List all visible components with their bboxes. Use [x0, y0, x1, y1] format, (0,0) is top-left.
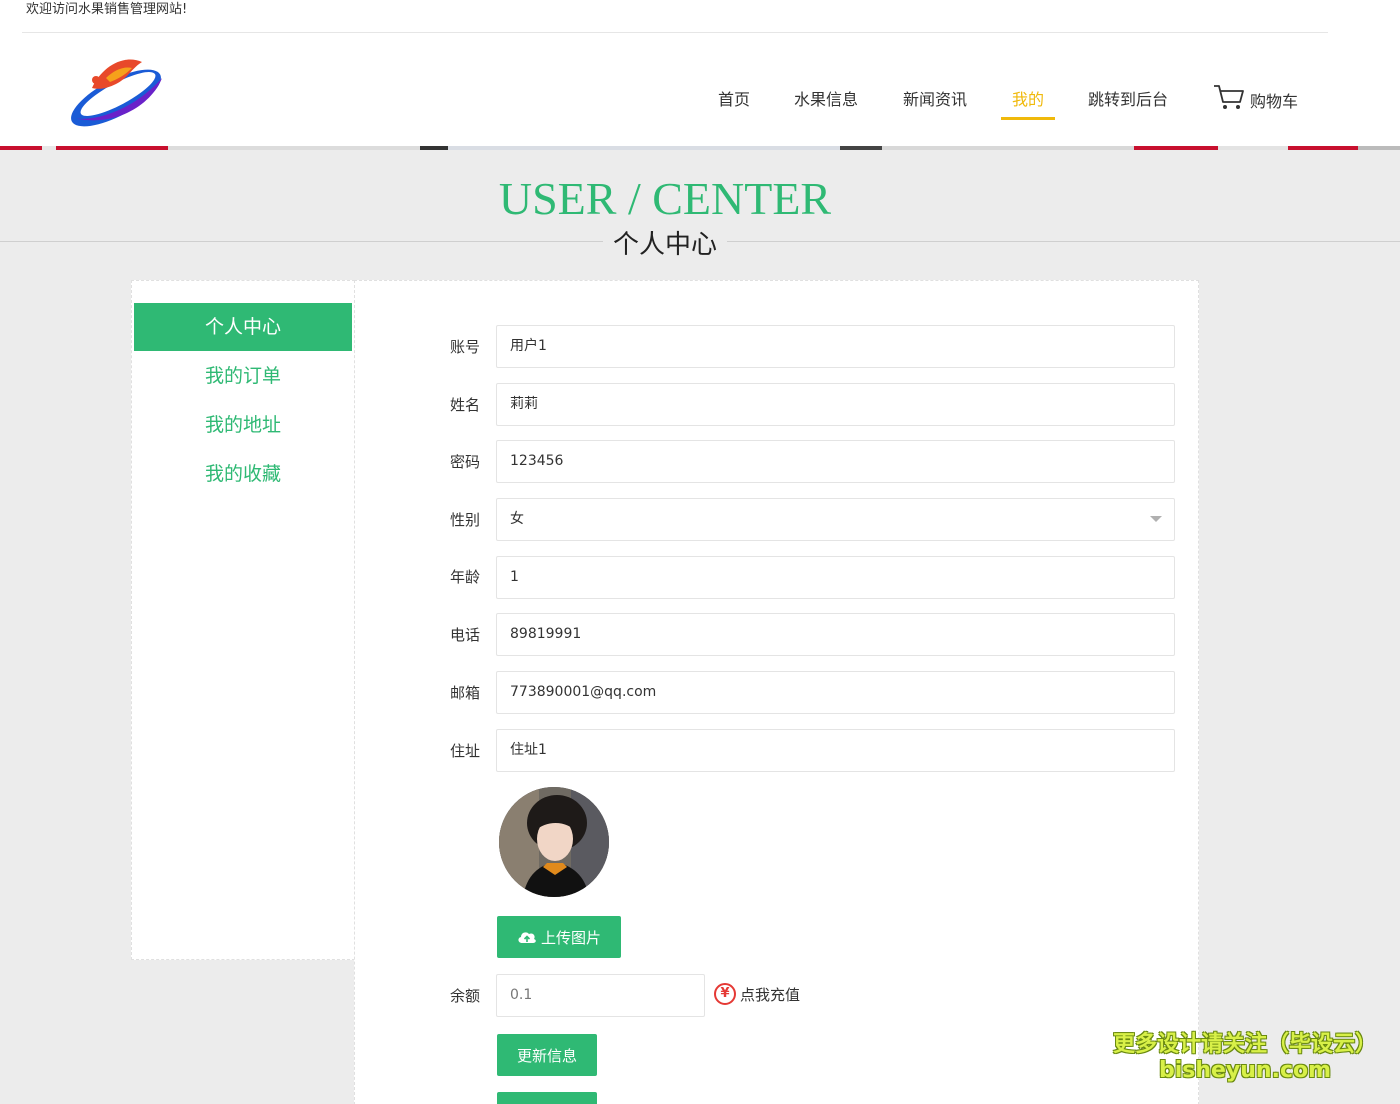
banner-strip [0, 146, 1400, 150]
name-label: 姓名 [450, 396, 481, 414]
update-info-button[interactable]: 更新信息 [497, 1034, 597, 1076]
cloud-upload-icon [518, 932, 536, 943]
name-field[interactable]: 莉莉 [496, 383, 1175, 426]
gender-select[interactable]: 女 [496, 498, 1175, 541]
chevron-down-icon [1150, 516, 1162, 522]
page-title-cn-text: 个人中心 [602, 224, 727, 261]
watermark: 更多设计请关注（毕设云） bisheyun.com [1100, 1026, 1390, 1083]
sidebar-item-profile[interactable]: 个人中心 [134, 303, 352, 351]
age-label: 年龄 [450, 568, 481, 586]
address-field[interactable]: 住址1 [496, 729, 1175, 772]
password-label: 密码 [450, 453, 481, 471]
sidebar-item-orders[interactable]: 我的订单 [134, 352, 352, 400]
gender-value: 女 [510, 511, 524, 527]
secondary-button[interactable] [497, 1092, 597, 1104]
password-field[interactable]: 123456 [496, 440, 1175, 483]
nav-admin[interactable]: 跳转到后台 [1088, 86, 1168, 120]
nav-home[interactable]: 首页 [718, 86, 750, 120]
account-label: 账号 [450, 338, 481, 356]
sidebar: 个人中心 我的订单 我的地址 我的收藏 [131, 280, 355, 960]
watermark-line2: bisheyun.com [1158, 1058, 1332, 1083]
age-field[interactable]: 1 [496, 556, 1175, 599]
upload-image-button[interactable]: 上传图片 [497, 916, 621, 958]
avatar [499, 787, 609, 897]
recharge-link[interactable]: ¥ 点我充值 [714, 983, 800, 1005]
account-field[interactable]: 用户1 [496, 325, 1175, 368]
recharge-label: 点我充值 [740, 985, 801, 1004]
phone-label: 电话 [450, 626, 481, 644]
phone-field[interactable]: 89819991 [496, 613, 1175, 656]
watermark-line1: 更多设计请关注（毕设云） [1112, 1032, 1377, 1057]
sidebar-item-favorites[interactable]: 我的收藏 [134, 450, 352, 498]
gender-label: 性别 [450, 511, 481, 529]
avatar-portrait-icon [499, 787, 609, 897]
balance-label: 余额 [450, 987, 481, 1005]
email-label: 邮箱 [450, 684, 481, 702]
top-divider [22, 32, 1328, 33]
page-title-en: USER / CENTER [498, 173, 832, 224]
balance-field[interactable]: 0.1 [496, 974, 705, 1017]
upload-image-label: 上传图片 [540, 929, 601, 947]
welcome-text: 欢迎访问水果销售管理网站! [26, 2, 188, 17]
main-nav: 首页 水果信息 新闻资讯 我的 跳转到后台 购物车 [0, 85, 1400, 126]
page-title-cn: 个人中心 [0, 224, 1330, 261]
email-field[interactable]: 773890001@qq.com [496, 671, 1175, 714]
yen-icon: ¥ [714, 983, 736, 1005]
nav-mine[interactable]: 我的 [1001, 86, 1056, 120]
top-header: 欢迎访问水果销售管理网站! 首页 水果信息 新闻资讯 我的 跳转到后台 购物车 [0, 0, 1400, 148]
address-label: 住址 [450, 742, 481, 760]
update-info-label: 更新信息 [516, 1047, 577, 1065]
nav-cart[interactable]: 购物车 [1212, 82, 1298, 112]
cart-icon [1214, 85, 1244, 109]
sidebar-item-addresses[interactable]: 我的地址 [134, 401, 352, 449]
cart-label: 购物车 [1250, 92, 1299, 111]
nav-fruit-info[interactable]: 水果信息 [794, 86, 858, 120]
nav-news[interactable]: 新闻资讯 [903, 86, 967, 120]
